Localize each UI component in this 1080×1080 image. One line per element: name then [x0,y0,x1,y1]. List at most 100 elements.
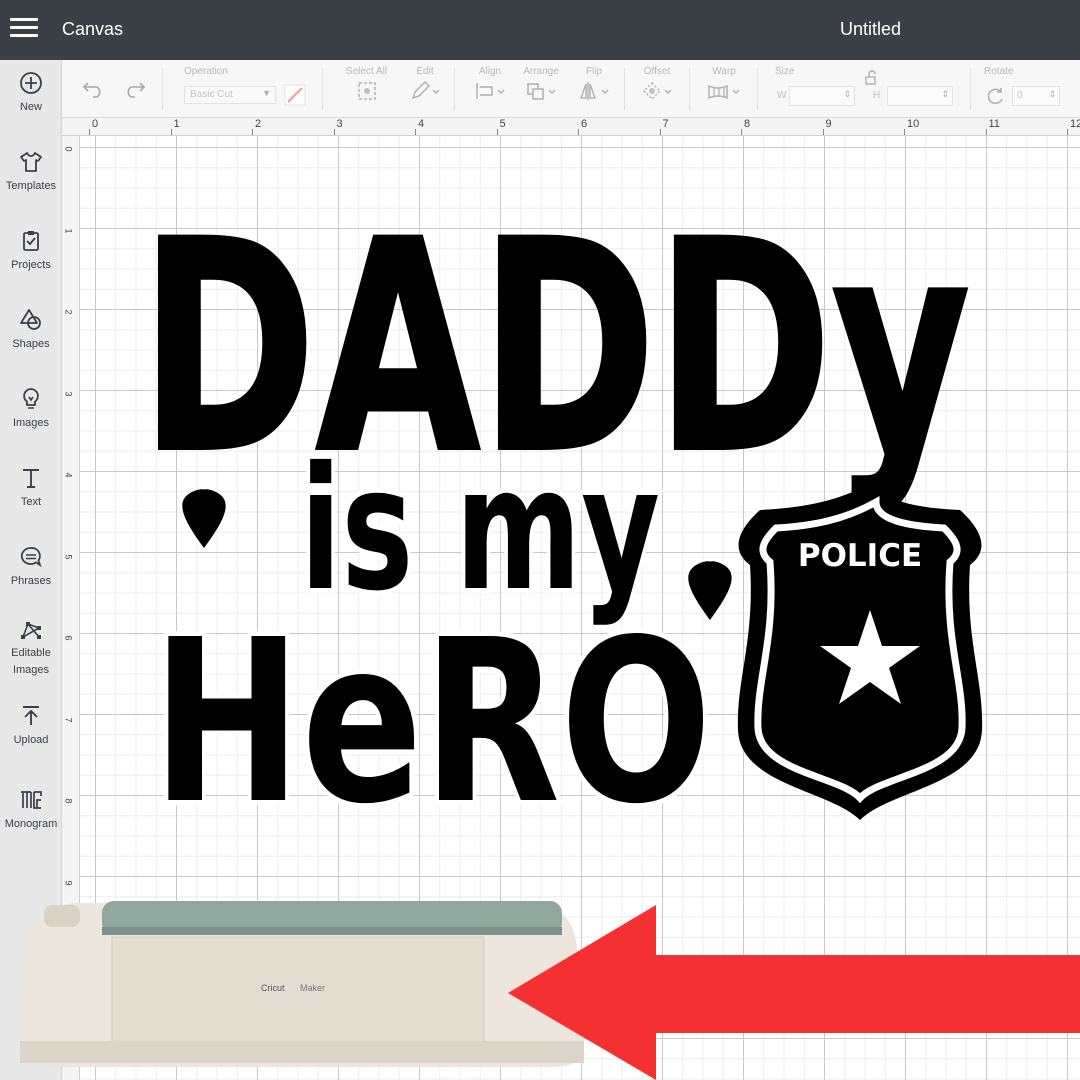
rotate-label: Rotate [984,66,1014,77]
warp-label: Warp [712,66,736,77]
pencil-icon [411,80,440,100]
ruler-number: 0 [92,118,99,130]
width-input[interactable]: ⇕ [789,86,855,106]
machine-brand: Cricut [261,983,285,993]
ruler-tick [741,129,742,135]
ruler-tick [822,129,824,135]
width-prefix: W [777,90,787,101]
stepper-icon[interactable]: ⇕ [843,89,851,100]
ruler-tick [659,129,661,135]
sidebar-item-label: Shapes [12,338,50,350]
arrange-icon [527,83,556,100]
toolbar-divider [757,68,758,110]
operation-select[interactable]: Basic Cut ▼ [184,86,276,104]
height-input[interactable]: ⇕ [887,86,953,106]
document-title[interactable]: Untitled [840,19,901,40]
ruler-tick [496,129,498,135]
projects-icon [23,231,39,251]
sidebar-item-templates[interactable]: Templates [0,149,62,219]
sidebar-item-projects[interactable]: Projects [0,228,62,298]
ruler-tick [333,129,335,135]
horizontal-ruler: 0123456789101112 [62,118,1080,136]
sidebar-item-label: Editable Images [11,647,51,676]
ruler-number: 2 [255,118,262,130]
ruler-number: 3 [336,118,343,130]
lightbulb-icon [23,388,39,409]
align-icon [476,83,505,99]
shapes-icon [20,309,41,330]
toolbar-divider [624,68,625,110]
cricut-maker-machine-image: Cricut Maker [20,901,584,1067]
rotate-icon[interactable] [984,86,1006,106]
ruler-tick [578,129,579,135]
ruler-number: 8 [744,118,751,130]
red-arrow-pointer [508,905,1080,1080]
hamburger-menu-icon[interactable] [10,18,38,40]
sidebar-item-images[interactable]: Images [0,386,62,456]
select-all-icon [357,82,376,100]
sidebar-item-label: Phrases [10,575,52,587]
warp-icon [708,84,740,100]
shirt-icon [20,152,42,172]
heart-icon [182,489,226,548]
lock-icon[interactable] [863,70,879,86]
ruler-number: 1 [173,118,180,130]
text-icon [23,469,39,488]
select-all-group[interactable]: Select All [339,66,394,107]
toolbar-divider [689,68,690,110]
sidebar-item-editable-images[interactable]: Editable Images [0,616,62,706]
sidebar-item-label: New [19,101,42,113]
sidebar-item-phrases[interactable]: Phrases [0,544,62,614]
ruler-tick [1067,129,1068,135]
arrange-group[interactable]: Arrange [516,66,566,107]
sidebar-item-label: Monogram [4,818,58,830]
ruler-number: 11 [988,118,1000,130]
ruler-number: 4 [63,472,74,478]
plus-circle-icon [20,72,42,94]
select-all-label: Select All [345,66,388,77]
toolbar-divider [162,68,163,110]
stepper-icon[interactable]: ⇕ [1048,89,1056,100]
flip-group[interactable]: Flip [574,66,614,107]
sidebar-item-label: Upload [13,734,49,746]
ruler-number: 1 [63,227,74,234]
rotate-input[interactable]: 0 ⇕ [1012,86,1060,106]
redo-icon[interactable] [122,80,146,98]
sidebar-item-label: Images [12,417,50,429]
offset-label: Offset [643,66,671,77]
top-app-bar: Canvas Untitled [0,0,1080,60]
sidebar-item-shapes[interactable]: Shapes [0,307,62,377]
arrange-label: Arrange [523,66,559,77]
align-label: Align [478,66,502,77]
ruler-number: 2 [63,309,74,315]
edit-group[interactable]: Edit [404,66,446,107]
color-swatch-icon[interactable] [284,84,306,106]
ruler-number: 5 [63,553,74,560]
toolbar-divider [322,68,323,110]
sidebar-item-label: Text [20,496,42,508]
ruler-number: 4 [418,118,425,130]
ruler-tick [170,129,172,135]
operation-value: Basic Cut [190,89,233,100]
sidebar-item-label: Templates [5,180,57,192]
upload-icon [23,706,39,725]
warp-group[interactable]: Warp [702,66,746,107]
align-group[interactable]: Align [470,66,510,107]
stepper-icon[interactable]: ⇕ [941,89,949,100]
ruler-number: 7 [63,716,74,723]
undo-icon[interactable] [82,80,106,98]
ruler-number: 3 [63,390,74,397]
height-prefix: H [873,90,881,101]
flip-label: Flip [585,66,603,77]
sidebar-item-text[interactable]: Text [0,465,62,535]
offset-icon [642,81,672,101]
ruler-number: 6 [63,635,74,641]
sidebar-item-upload[interactable]: Upload [0,703,62,773]
flip-icon [580,82,609,100]
ruler-number: 10 [907,118,920,130]
machine-model: Maker [300,983,325,993]
daddy-hero-design[interactable]: DADDy is my HeRO POLICE [140,210,1040,850]
offset-group[interactable]: Offset [637,66,677,107]
sidebar-item-monogram[interactable]: Monogram [0,787,62,857]
sidebar-item-new[interactable]: New [0,70,62,140]
